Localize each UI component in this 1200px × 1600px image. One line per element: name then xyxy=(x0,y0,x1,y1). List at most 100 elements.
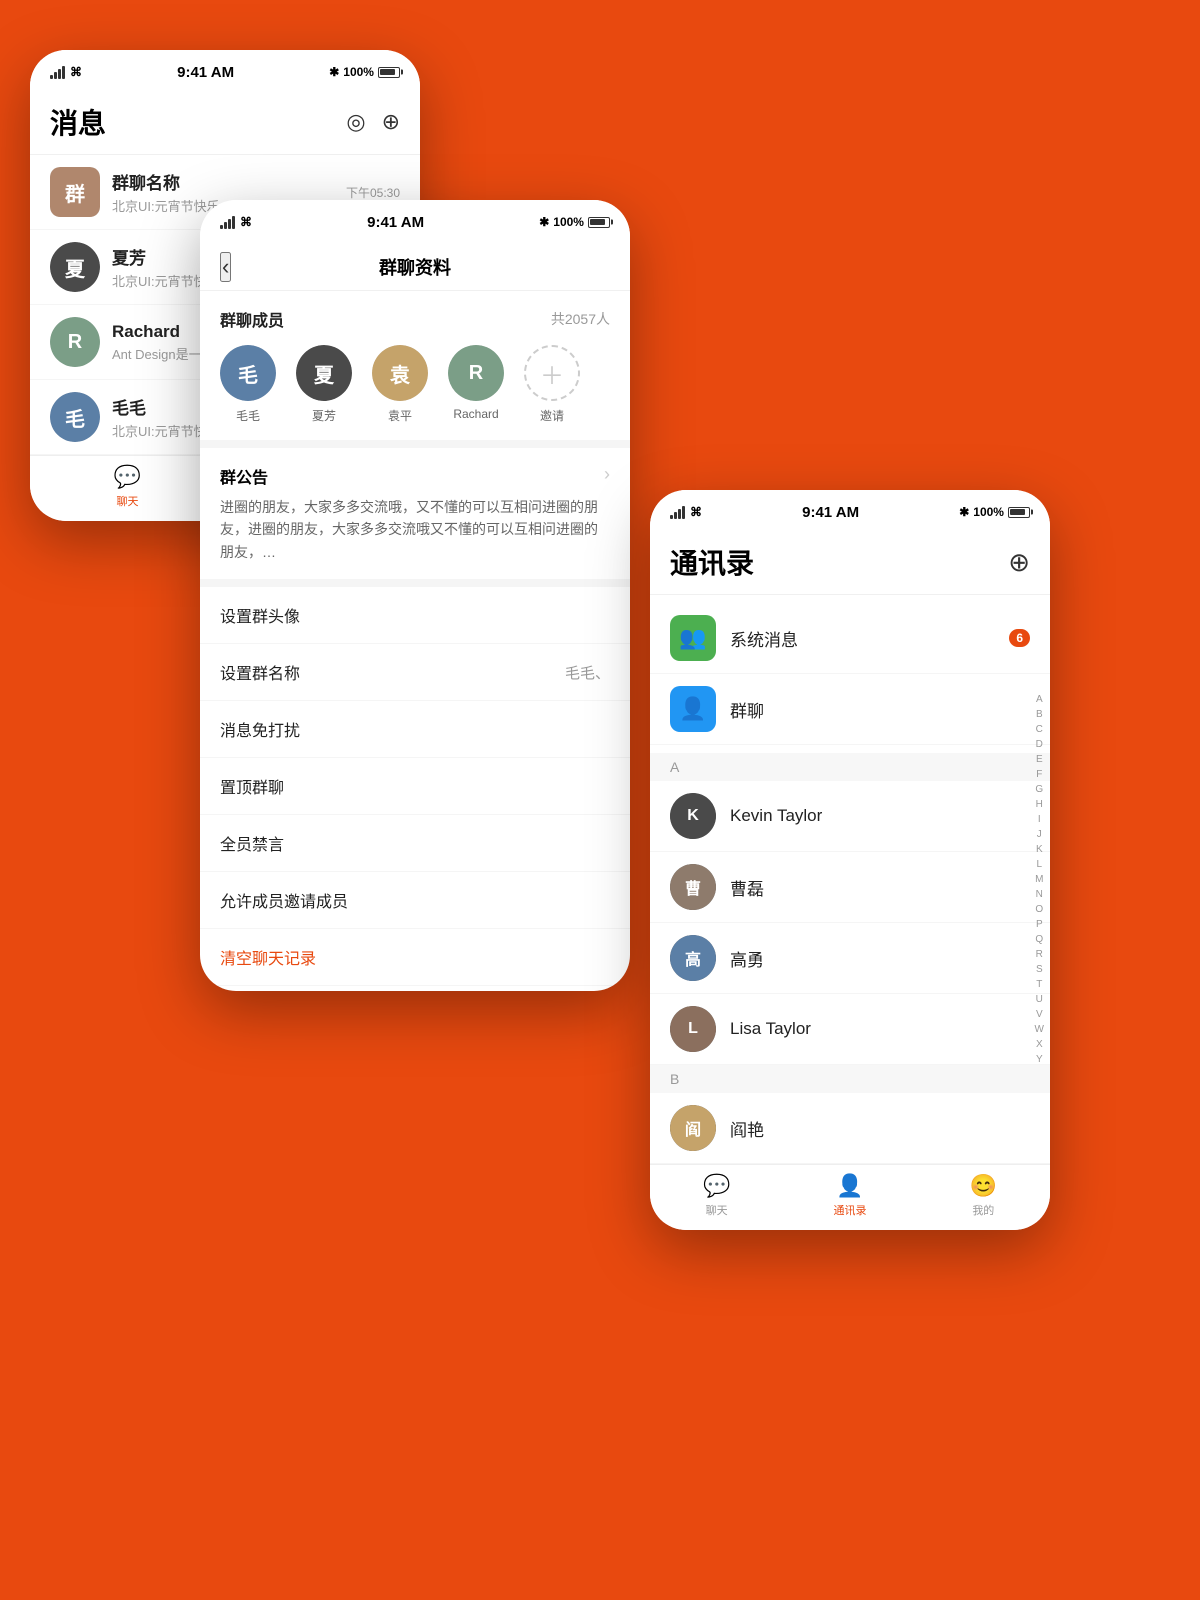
contact-name-yanyan: 阎艳 xyxy=(730,1116,764,1141)
nav-contacts-3[interactable]: 👤 通讯录 xyxy=(783,1173,916,1218)
battery-icon-3 xyxy=(1008,507,1030,518)
maomao-avatar: 毛 xyxy=(50,392,100,442)
battery-icon-2 xyxy=(588,217,610,228)
announcement-title: 群公告 xyxy=(220,464,268,488)
status-bar-1: ⌘ 9:41 AM ✱ 100% xyxy=(30,50,420,94)
battery-percent-1: 100% xyxy=(343,65,374,79)
member-name-rachard: Rachard xyxy=(453,407,498,421)
signal-icon-2 xyxy=(220,216,235,229)
setting-value-name: 毛毛、 xyxy=(565,662,610,683)
setting-group-avatar[interactable]: 设置群头像 xyxy=(200,587,630,644)
battery-area-2: ✱ 100% xyxy=(539,215,610,229)
members-section: 群聊成员 共2057人 毛 毛毛 夏 夏芳 xyxy=(200,291,630,448)
members-header: 群聊成员 共2057人 xyxy=(220,307,610,331)
group-info-header: ‹ 群聊资料 xyxy=(200,244,630,291)
special-list: 👥 系统消息 6 👤 群聊 xyxy=(650,595,1050,753)
wifi-icon-2: ⌘ xyxy=(240,215,252,229)
member-rachard[interactable]: R Rachard xyxy=(448,345,504,424)
contacts-content: 👥 系统消息 6 👤 群聊 A K Kevin Taylor 曹 曹磊 xyxy=(650,595,1050,1164)
battery-area-3: ✱ 100% xyxy=(959,505,1030,519)
contact-gaoyong[interactable]: 高 高勇 xyxy=(650,923,1050,994)
setting-label-dnd: 消息免打扰 xyxy=(220,717,300,741)
section-b: B xyxy=(650,1065,1050,1093)
group-info-scroll[interactable]: 群聊成员 共2057人 毛 毛毛 夏 夏芳 xyxy=(200,291,630,991)
nav-chat-1[interactable]: 💬 聊天 xyxy=(30,464,225,509)
setting-clear-chat[interactable]: 清空聊天记录 xyxy=(200,929,630,986)
group-info-title: 群聊资料 xyxy=(379,254,451,280)
member-list: 毛 毛毛 夏 夏芳 袁 袁平 xyxy=(220,345,610,424)
setting-label-pin: 置顶群聊 xyxy=(220,774,284,798)
members-count: 共2057人 xyxy=(551,309,610,329)
system-messages-avatar: 👥 xyxy=(670,615,716,661)
setting-mute-all[interactable]: 全员禁言 xyxy=(200,815,630,872)
phone3-nav: 💬 聊天 👤 通讯录 😊 我的 xyxy=(650,1164,1050,1230)
add-chat-icon[interactable]: ⊕ xyxy=(382,109,400,135)
group-avatar: 群 xyxy=(50,167,100,217)
member-yuanping[interactable]: 袁 袁平 xyxy=(372,345,428,424)
status-bar-2: ⌘ 9:41 AM ✱ 100% xyxy=(200,200,630,244)
contact-avatar-lisataylor: L xyxy=(670,1006,716,1052)
group-name: 群聊名称 xyxy=(112,169,334,194)
section-a: A xyxy=(650,753,1050,781)
xiafang-avatar: 夏 xyxy=(50,242,100,292)
member-avatar-maomao: 毛 xyxy=(220,345,276,401)
chat-nav-icon: 💬 xyxy=(114,464,141,490)
group-chat-label: 群聊 xyxy=(730,697,1030,722)
contact-caolie[interactable]: 曹 曹磊 xyxy=(650,852,1050,923)
system-messages-item[interactable]: 👥 系统消息 6 xyxy=(650,603,1050,674)
invite-member[interactable]: ＋ 邀请 xyxy=(524,345,580,424)
system-messages-badge: 6 xyxy=(1009,629,1030,647)
group-chat-item[interactable]: 👤 群聊 xyxy=(650,674,1050,745)
contacts-title: 通讯录 xyxy=(670,542,754,582)
member-xiafang[interactable]: 夏 夏芳 xyxy=(296,345,352,424)
setting-label-name: 设置群名称 xyxy=(220,660,300,684)
rachard-avatar: R xyxy=(50,317,100,367)
back-button[interactable]: ‹ xyxy=(220,252,231,282)
status-time-2: 9:41 AM xyxy=(367,214,424,231)
chat-nav-label: 聊天 xyxy=(117,493,139,509)
bluetooth-icon: ✱ xyxy=(329,65,339,79)
member-maomao[interactable]: 毛 毛毛 xyxy=(220,345,276,424)
contact-yanyan[interactable]: 阎 阎艳 xyxy=(650,1093,1050,1164)
member-name-maomao: 毛毛 xyxy=(236,407,260,424)
setting-label-invite: 允许成员邀请成员 xyxy=(220,888,348,912)
search-icon[interactable]: ◎ xyxy=(346,109,365,135)
me-nav-label-3: 我的 xyxy=(972,1202,994,1218)
status-bar-3: ⌘ 9:41 AM ✱ 100% xyxy=(650,490,1050,534)
wifi-icon-3: ⌘ xyxy=(690,505,702,519)
signal-icon-3 xyxy=(670,506,685,519)
member-name-xiafang: 夏芳 xyxy=(312,407,336,424)
group-chat-avatar: 👤 xyxy=(670,686,716,732)
group-time: 下午05:30 xyxy=(346,184,400,201)
status-time-3: 9:41 AM xyxy=(802,504,859,521)
member-avatar-xiafang: 夏 xyxy=(296,345,352,401)
signal-area-2: ⌘ xyxy=(220,215,252,229)
add-contact-button[interactable]: ⊕ xyxy=(1008,547,1030,578)
me-nav-icon-3: 😊 xyxy=(970,1173,997,1199)
battery-percent-3: 100% xyxy=(973,505,1004,519)
wifi-icon: ⌘ xyxy=(70,65,82,79)
setting-label-avatar: 设置群头像 xyxy=(220,603,300,627)
signal-area-3: ⌘ xyxy=(670,505,702,519)
setting-dnd[interactable]: 消息免打扰 xyxy=(200,701,630,758)
invite-button[interactable]: ＋ xyxy=(524,345,580,401)
setting-pin[interactable]: 置顶群聊 xyxy=(200,758,630,815)
announcement-arrow-icon: › xyxy=(604,464,610,485)
header-icons: ◎ ⊕ xyxy=(346,109,400,135)
member-avatar-yuanping: 袁 xyxy=(372,345,428,401)
contact-lisataylor[interactable]: L Lisa Taylor xyxy=(650,994,1050,1065)
contact-kevin[interactable]: K Kevin Taylor xyxy=(650,781,1050,852)
messages-title: 消息 xyxy=(50,102,106,142)
setting-allow-invite[interactable]: 允许成员邀请成员 xyxy=(200,872,630,929)
nav-chat-3[interactable]: 💬 聊天 xyxy=(650,1173,783,1218)
contacts-header: 通讯录 ⊕ xyxy=(650,534,1050,595)
member-name-yuanping: 袁平 xyxy=(388,407,412,424)
chat-nav-label-3: 聊天 xyxy=(706,1202,728,1218)
signal-icon xyxy=(50,66,65,79)
nav-me-3[interactable]: 😊 我的 xyxy=(917,1173,1050,1218)
setting-group-name[interactable]: 设置群名称 毛毛、 xyxy=(200,644,630,701)
announcement-text: 进圈的朋友，大家多多交流哦，又不懂的可以互相问进圈的朋友，进圈的朋友，大家多多交… xyxy=(220,496,610,563)
contact-avatar-yanyan: 阎 xyxy=(670,1105,716,1151)
bluetooth-icon-3: ✱ xyxy=(959,505,969,519)
alpha-index: A B C D E F G H I J K L M N O P Q R S T … xyxy=(1035,693,1044,1067)
